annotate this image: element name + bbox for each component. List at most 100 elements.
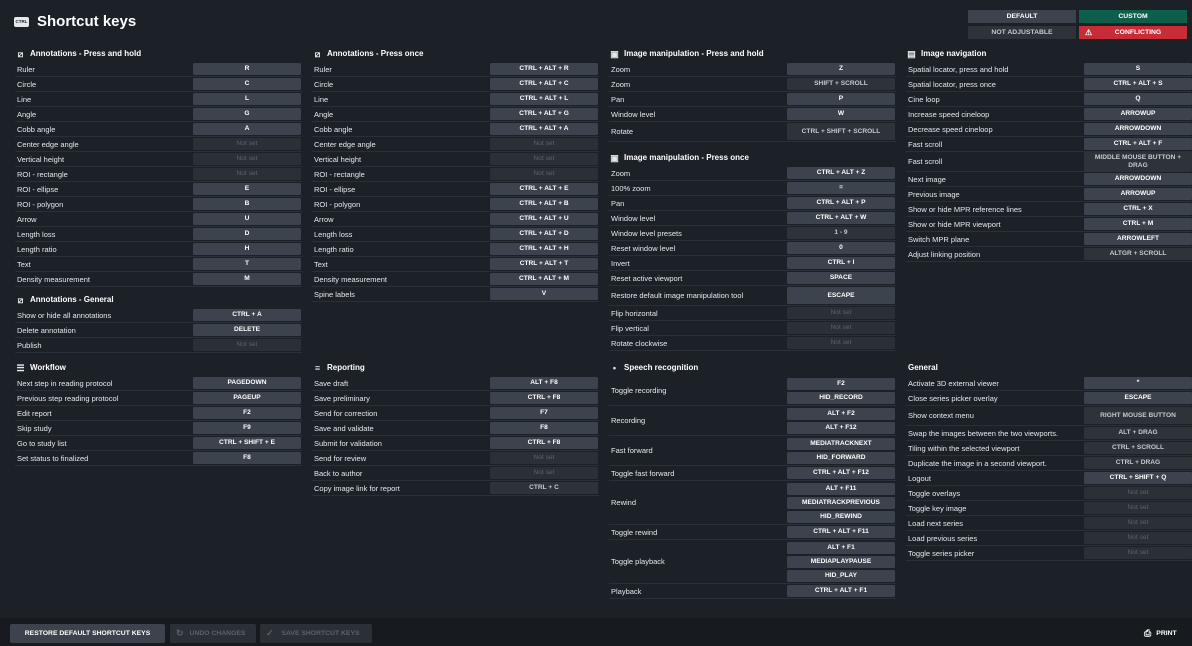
shortcut-key-button[interactable]: ARROWDOWN <box>1084 173 1192 185</box>
shortcut-key-button[interactable]: ESCAPE <box>1084 392 1192 404</box>
shortcut-key-button[interactable]: M <box>193 273 301 285</box>
shortcut-key-button[interactable]: CTRL + ALT + F12 <box>787 467 895 479</box>
shortcut-key-button[interactable]: E <box>193 183 301 195</box>
shortcut-key-not-set[interactable]: Not set <box>193 168 301 180</box>
shortcut-key-not-set[interactable]: Not set <box>1084 487 1192 499</box>
shortcut-key-button[interactable]: CTRL + SHIFT + E <box>193 437 301 449</box>
shortcut-key-button[interactable]: F9 <box>193 422 301 434</box>
shortcut-key-button[interactable]: DELETE <box>193 324 301 336</box>
shortcut-key-not-set[interactable]: Not set <box>787 337 895 349</box>
shortcut-key-button[interactable]: CTRL + X <box>1084 203 1192 215</box>
shortcut-key-button[interactable]: L <box>193 93 301 105</box>
shortcut-key-button[interactable]: CTRL + ALT + A <box>490 123 598 135</box>
shortcut-key-not-set[interactable]: Not set <box>787 307 895 319</box>
shortcut-key-not-set[interactable]: Not set <box>490 138 598 150</box>
shortcut-key-button[interactable]: ARROWDOWN <box>1084 123 1192 135</box>
restore-default-shortcut-keys-button[interactable]: RESTORE DEFAULT SHORTCUT KEYS <box>10 624 165 643</box>
shortcut-key-button[interactable]: F8 <box>193 452 301 464</box>
shortcut-key-button[interactable]: H <box>193 243 301 255</box>
shortcut-key-button[interactable]: ALT + F11 <box>787 482 895 495</box>
shortcut-key-button[interactable]: CTRL + A <box>193 309 301 321</box>
shortcut-key-not-set[interactable]: Not set <box>787 322 895 334</box>
shortcut-key-button[interactable]: CTRL + M <box>1084 218 1192 230</box>
shortcut-key-button[interactable]: C <box>193 78 301 90</box>
shortcut-key-not-set[interactable]: Not set <box>193 339 301 351</box>
shortcut-key-button[interactable]: ARROWLEFT <box>1084 233 1192 245</box>
shortcut-key-button[interactable]: W <box>787 108 895 120</box>
shortcut-key-not-set[interactable]: Not set <box>1084 532 1192 544</box>
shortcut-key-button[interactable]: CTRL + ALT + T <box>490 258 598 270</box>
shortcut-key-button[interactable]: HID_PLAY <box>787 569 895 582</box>
shortcut-key-button[interactable]: MEDIAPLAYPAUSE <box>787 555 895 568</box>
shortcut-key-button[interactable]: CTRL + ALT + D <box>490 228 598 240</box>
shortcut-key-button[interactable]: CTRL + ALT + W <box>787 212 895 224</box>
shortcut-key-button[interactable]: B <box>193 198 301 210</box>
shortcut-key-button[interactable]: T <box>193 258 301 270</box>
shortcut-key-not-set[interactable]: Not set <box>1084 517 1192 529</box>
shortcut-label: Show or hide all annotations <box>17 310 112 320</box>
shortcut-key-button[interactable]: CTRL + ALT + F1 <box>787 585 895 597</box>
shortcut-key-button[interactable]: P <box>787 93 895 105</box>
shortcut-key-button[interactable]: CTRL + ALT + F11 <box>787 526 895 538</box>
shortcut-key-button[interactable]: MEDIATRACKNEXT <box>787 437 895 450</box>
shortcut-key-not-set[interactable]: Not set <box>490 452 598 464</box>
shortcut-key-not-set[interactable]: Not set <box>1084 502 1192 514</box>
shortcut-key-not-set[interactable]: Not set <box>490 467 598 479</box>
shortcut-key-button[interactable]: CTRL + ALT + U <box>490 213 598 225</box>
shortcut-key-button[interactable]: CTRL + ALT + S <box>1084 78 1192 90</box>
shortcut-key-button[interactable]: ALT + F12 <box>787 421 895 434</box>
shortcut-key-button[interactable]: Q <box>1084 93 1192 105</box>
shortcut-key-button[interactable]: ALT + F8 <box>490 377 598 389</box>
shortcut-key-button[interactable]: MEDIATRACKPREVIOUS <box>787 496 895 509</box>
shortcut-key-button[interactable]: CTRL + ALT + R <box>490 63 598 75</box>
undo-changes-button[interactable]: ↻ UNDO CHANGES <box>170 624 256 643</box>
shortcut-key-button[interactable]: SPACE <box>787 272 895 284</box>
shortcut-key-button[interactable]: CTRL + ALT + L <box>490 93 598 105</box>
shortcut-key-not-set[interactable]: Not set <box>490 153 598 165</box>
shortcut-key-not-set[interactable]: Not set <box>490 168 598 180</box>
shortcut-key-button[interactable]: CTRL + ALT + C <box>490 78 598 90</box>
shortcut-key-button[interactable]: ARROWUP <box>1084 108 1192 120</box>
shortcut-key-button[interactable]: CTRL + ALT + Z <box>787 167 895 179</box>
shortcut-key-button[interactable]: S <box>1084 63 1192 75</box>
shortcut-key-button[interactable]: CTRL + ALT + H <box>490 243 598 255</box>
shortcut-key-button[interactable]: HID_REWIND <box>787 510 895 523</box>
shortcut-key-button[interactable]: F2 <box>787 377 895 390</box>
shortcut-key-not-set[interactable]: Not set <box>193 153 301 165</box>
print-button[interactable]: ⎙ PRINT <box>1138 624 1186 643</box>
shortcut-key-button[interactable]: F8 <box>490 422 598 434</box>
shortcut-key-not-set[interactable]: Not set <box>1084 547 1192 559</box>
shortcut-key-button[interactable]: R <box>193 63 301 75</box>
shortcut-key-button[interactable]: D <box>193 228 301 240</box>
shortcut-key-button[interactable]: ALT + F2 <box>787 407 895 420</box>
shortcut-key-button[interactable]: ESCAPE <box>787 287 895 304</box>
shortcut-key-button[interactable]: HID_FORWARD <box>787 451 895 464</box>
shortcut-key-button[interactable]: U <box>193 213 301 225</box>
shortcut-key-button[interactable]: CTRL + ALT + P <box>787 197 895 209</box>
shortcut-key-button[interactable]: CTRL + ALT + M <box>490 273 598 285</box>
shortcut-key-button[interactable]: CTRL + ALT + E <box>490 183 598 195</box>
shortcut-key-button[interactable]: A <box>193 123 301 135</box>
shortcut-key-button[interactable]: PAGEDOWN <box>193 377 301 389</box>
shortcut-key-not-set[interactable]: Not set <box>193 138 301 150</box>
shortcut-key-button[interactable]: CTRL + SHIFT + Q <box>1084 472 1192 484</box>
shortcut-key-button[interactable]: CTRL + F8 <box>490 392 598 404</box>
shortcut-key-button[interactable]: ALT + F1 <box>787 541 895 554</box>
shortcut-key-button[interactable]: 0 <box>787 242 895 254</box>
shortcut-key-button[interactable]: CTRL + F8 <box>490 437 598 449</box>
shortcut-key-button[interactable]: CTRL + I <box>787 257 895 269</box>
shortcut-key-button[interactable]: Z <box>787 63 895 75</box>
save-shortcut-keys-button[interactable]: ✓ SAVE SHORTCUT KEYS <box>260 624 372 643</box>
shortcut-key-button[interactable]: V <box>490 288 598 300</box>
shortcut-key-button[interactable]: F7 <box>490 407 598 419</box>
shortcut-key-button[interactable]: ARROWUP <box>1084 188 1192 200</box>
shortcut-key-button[interactable]: * <box>1084 377 1192 389</box>
shortcut-key-button[interactable]: CTRL + ALT + B <box>490 198 598 210</box>
shortcut-key-button[interactable]: HID_RECORD <box>787 391 895 404</box>
shortcut-key-button[interactable]: CTRL + ALT + F <box>1084 138 1192 150</box>
shortcut-key-button[interactable]: G <box>193 108 301 120</box>
shortcut-key-button[interactable]: F2 <box>193 407 301 419</box>
shortcut-key-button[interactable]: = <box>787 182 895 194</box>
shortcut-key-button[interactable]: CTRL + ALT + G <box>490 108 598 120</box>
shortcut-key-button[interactable]: PAGEUP <box>193 392 301 404</box>
